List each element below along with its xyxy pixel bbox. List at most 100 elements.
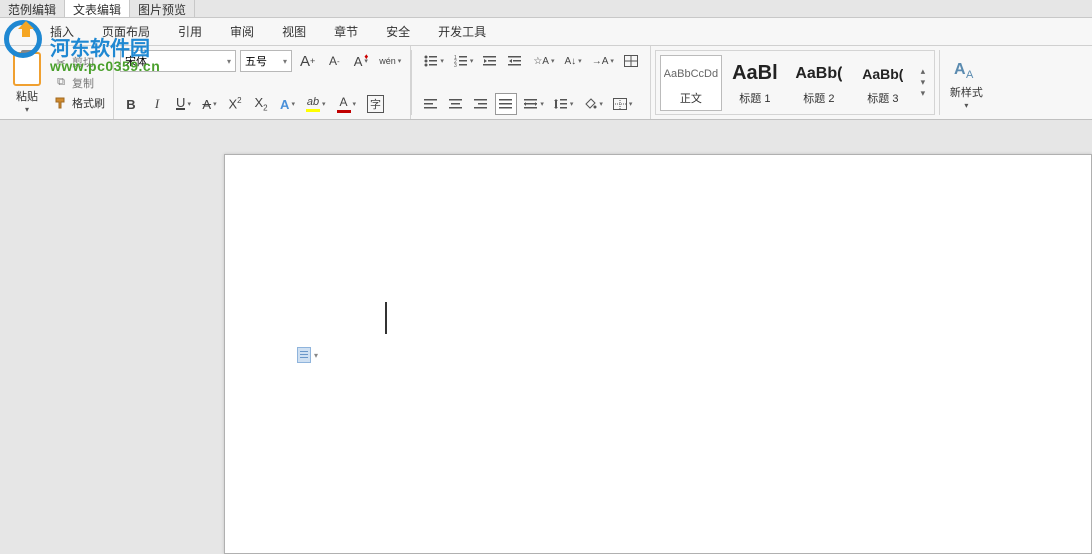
justify-icon	[499, 98, 513, 110]
chevron-down-icon: ▾	[964, 101, 968, 110]
style-heading1[interactable]: AaBl 标题 1	[724, 55, 786, 111]
workspace-tabs: 范例编辑 文表编辑 图片预览	[0, 0, 1092, 18]
distributed-button[interactable]	[520, 93, 547, 115]
insert-table-button[interactable]	[620, 50, 642, 72]
align-center-icon	[449, 98, 463, 110]
font-size-select[interactable]: 五号 ▾	[240, 50, 292, 72]
text-direction-button[interactable]: ☆A	[529, 50, 557, 72]
increase-indent-button[interactable]	[504, 50, 526, 72]
character-border-button[interactable]: 字	[363, 93, 388, 115]
workspace-tab-image-preview[interactable]: 图片预览	[130, 0, 195, 17]
format-painter-button[interactable]: 格式刷	[54, 93, 105, 113]
numbering-button[interactable]: 123	[450, 50, 477, 72]
underline-button[interactable]: U	[172, 93, 194, 115]
tab-settings-button[interactable]: →A	[588, 50, 617, 72]
styles-scroll: ▴ ▾ ▾	[916, 62, 930, 103]
text-cursor	[385, 302, 387, 334]
ribbon-tab-view[interactable]: 视图	[268, 19, 320, 44]
font-color-swatch	[337, 110, 351, 113]
sort-button[interactable]: A↓	[561, 50, 585, 72]
paragraph-group: 123 ☆A A↓ →A	[412, 46, 651, 119]
brush-icon	[54, 96, 68, 110]
styles-scroll-up[interactable]: ▴	[921, 66, 926, 77]
style-heading3[interactable]: AaBb( 标题 3	[852, 55, 914, 111]
text-effects-button[interactable]: A	[276, 93, 298, 115]
copy-label: 复制	[72, 75, 94, 91]
font-group: 宋体 ▾ 五号 ▾ A+ A- A♦ wén B I U A X2 X2 A a…	[114, 46, 411, 119]
shading-button[interactable]	[579, 93, 606, 115]
borders-button[interactable]	[609, 93, 636, 115]
change-case-button[interactable]: A♦	[349, 50, 371, 72]
style-normal[interactable]: AaBbCcDd 正文	[660, 55, 722, 111]
chevron-down-icon: ▾	[314, 351, 318, 360]
cut-button[interactable]: ✂ 剪切	[54, 52, 105, 72]
paste-button[interactable]: 粘贴 ▾	[7, 50, 47, 114]
justify-button[interactable]	[495, 93, 517, 115]
phonetic-guide-button[interactable]: wén	[375, 50, 404, 72]
ribbon-tab-references[interactable]: 引用	[164, 19, 216, 44]
new-style-icon: A A	[952, 56, 980, 84]
cut-label: 剪切	[72, 54, 94, 70]
styles-gallery: AaBbCcDd 正文 AaBl 标题 1 AaBb( 标题 2 AaBb( 标…	[655, 50, 935, 115]
document-area: ▾	[0, 120, 1092, 511]
ribbon-tabs: 插入 页面布局 引用 审阅 视图 章节 安全 开发工具	[0, 18, 1092, 46]
copy-icon: ⧉	[54, 76, 68, 90]
style-heading3-label: 标题 3	[867, 90, 898, 106]
paste-options-popup[interactable]: ▾	[297, 347, 318, 363]
ribbon-tab-security[interactable]: 安全	[372, 19, 424, 44]
bullets-icon	[424, 55, 438, 67]
ribbon-tab-insert[interactable]: 插入	[36, 19, 88, 44]
ribbon-tab-review[interactable]: 审阅	[216, 19, 268, 44]
paste-dropdown-icon: ▾	[25, 105, 29, 114]
align-left-button[interactable]	[420, 93, 442, 115]
style-heading1-label: 标题 1	[739, 90, 770, 106]
svg-text:3: 3	[454, 63, 457, 67]
paste-icon	[13, 52, 41, 86]
table-icon	[624, 55, 638, 67]
highlight-button[interactable]: ab	[302, 93, 329, 115]
document-page[interactable]: ▾	[224, 154, 1092, 554]
bullets-button[interactable]	[420, 50, 447, 72]
workspace-tab-text-table-edit[interactable]: 文表编辑	[65, 0, 130, 17]
highlight-swatch	[306, 109, 320, 112]
distribute-icon	[524, 98, 538, 110]
ribbon-tab-developer[interactable]: 开发工具	[424, 19, 500, 44]
bold-button[interactable]: B	[120, 93, 142, 115]
shrink-font-button[interactable]: A-	[323, 50, 345, 72]
line-spacing-icon	[554, 98, 568, 110]
paint-bucket-icon	[583, 98, 597, 110]
styles-expand[interactable]: ▾	[921, 88, 926, 99]
svg-text:A: A	[954, 61, 966, 78]
align-right-button[interactable]	[470, 93, 492, 115]
style-heading2[interactable]: AaBb( 标题 2	[788, 55, 850, 111]
line-spacing-button[interactable]	[550, 93, 577, 115]
indent-icon	[508, 55, 522, 67]
scissors-icon: ✂	[54, 55, 68, 69]
new-style-label: 新样式	[950, 84, 983, 100]
style-heading2-label: 标题 2	[803, 90, 834, 106]
ribbon-tab-page-layout[interactable]: 页面布局	[88, 19, 164, 44]
styles-scroll-down[interactable]: ▾	[921, 77, 926, 88]
clipboard-group: 粘贴 ▾ ✂ 剪切 ⧉ 复制 格式刷	[0, 46, 114, 119]
borders-icon	[613, 98, 627, 110]
workspace-tab-template-edit[interactable]: 范例编辑	[0, 0, 65, 17]
italic-button[interactable]: I	[146, 93, 168, 115]
copy-button[interactable]: ⧉ 复制	[54, 73, 105, 93]
grow-font-button[interactable]: A+	[296, 50, 319, 72]
ribbon-toolbar: 粘贴 ▾ ✂ 剪切 ⧉ 复制 格式刷 宋体	[0, 46, 1092, 120]
font-name-value: 宋体	[125, 53, 147, 69]
decrease-indent-button[interactable]	[479, 50, 501, 72]
chevron-down-icon: ▾	[283, 57, 287, 66]
strikethrough-button[interactable]: A	[198, 93, 220, 115]
font-name-select[interactable]: 宋体 ▾	[120, 50, 236, 72]
ribbon-tab-section[interactable]: 章节	[320, 19, 372, 44]
align-center-button[interactable]	[445, 93, 467, 115]
numbering-icon: 123	[454, 55, 468, 67]
font-size-value: 五号	[245, 53, 267, 69]
new-style-button[interactable]: A A 新样式 ▾	[940, 46, 993, 119]
font-color-button[interactable]: A	[333, 93, 360, 115]
align-left-icon	[424, 98, 438, 110]
superscript-button[interactable]: X2	[224, 93, 246, 115]
paste-label: 粘贴	[16, 88, 38, 104]
subscript-button[interactable]: X2	[250, 93, 272, 115]
